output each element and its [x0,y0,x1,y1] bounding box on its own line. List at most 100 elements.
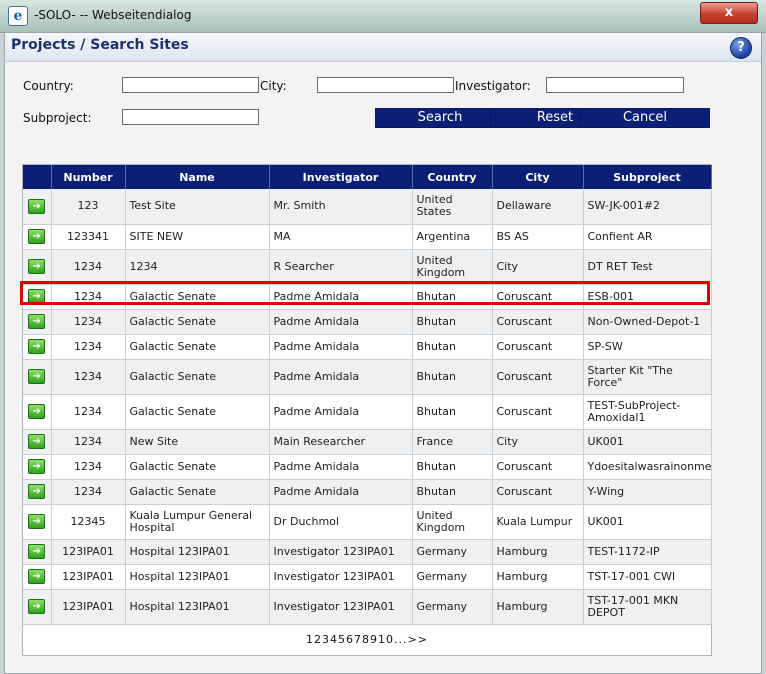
cell-city: Kuala Lumpur [492,504,584,540]
cell-investigator: Padme Amidala [269,334,413,360]
cell-number: 123 [51,189,126,225]
table-row[interactable]: ➔ 123 Test Site Mr. Smith United States Della… [23,189,712,225]
cancel-button[interactable]: Cancel [580,108,710,128]
table-row[interactable]: ➔ 1234 New Site Main Researcher France City UK… [23,429,712,455]
table-row[interactable]: ➔ 1234 Galactic Senate Padme Amidala Bhutan C… [23,454,712,480]
cell-investigator: Mr. Smith [269,189,413,225]
cell-city: Coruscant [492,309,584,335]
arrow-right-icon[interactable]: ➔ [28,314,46,329]
arrow-right-icon[interactable]: ➔ [28,229,46,244]
cell-country: Germany [412,539,493,565]
cell-number: 1234 [51,334,126,360]
header-number[interactable]: Number [51,165,126,189]
window-titlebar: e -SOLO- -- Webseitendialog x [0,0,766,33]
cell-subproject: TEST-1172-IP [583,539,712,565]
header-name[interactable]: Name [125,165,270,189]
cell-subproject: DT RET Test [583,249,712,285]
close-button[interactable]: x [700,2,758,24]
table-row[interactable]: ➔ 123IPA01 Hospital 123IPA01 Investigator 1… [23,539,712,565]
cell-name: Galactic Senate [125,479,270,505]
cell-subproject: Non-Owned-Depot-1 [583,309,712,335]
table-row[interactable]: ➔ 1234 Galactic Senate Padme Amidala Bhutan C… [23,284,712,310]
table-row[interactable]: ➔ 1234 Galactic Senate Padme Amidala Bhutan C… [23,309,712,335]
results-grid: Number Name Investigator Country City Su… [22,164,712,656]
header-country[interactable]: Country [412,165,493,189]
cell-investigator: Padme Amidala [269,479,413,505]
cell-country: United Kingdom [412,249,493,285]
cell-country: Bhutan [412,284,493,310]
cell-investigator: Investigator 123IPA01 [269,564,413,590]
cell-number: 1234 [51,479,126,505]
cell-city: Coruscant [492,479,584,505]
search-button[interactable]: Search [375,108,505,128]
arrow-right-icon[interactable]: ➔ [28,369,46,384]
cell-investigator: MA [269,224,413,250]
cell-subproject: Starter Kit "The Force" [583,359,712,395]
cell-city: Coruscant [492,454,584,480]
cell-subproject: TEST-SubProject-Amoxidal1 [583,394,712,430]
cell-subproject: Ydoesitalwasrainonme [583,454,712,480]
cell-name: SITE NEW [125,224,270,250]
cell-city: City [492,249,584,285]
cell-country: France [412,429,493,455]
table-row[interactable]: ➔ 1234 Galactic Senate Padme Amidala Bhutan C… [23,394,712,430]
page-header: Projects / Search Sites ? [5,33,761,62]
cell-subproject: ESB-001 [583,284,712,310]
table-row[interactable]: ➔ 123341 SITE NEW MA Argentina BS AS Confient … [23,224,712,250]
investigator-input[interactable] [546,77,684,93]
cell-number: 12345 [51,504,126,540]
cell-country: Germany [412,564,493,590]
arrow-right-icon[interactable]: ➔ [28,259,46,274]
country-label: Country: [23,79,74,93]
arrow-right-icon[interactable]: ➔ [28,569,46,584]
country-input[interactable] [122,77,259,93]
cell-city: Hamburg [492,564,584,590]
header-city[interactable]: City [492,165,584,189]
table-row[interactable]: ➔ 123IPA01 Hospital 123IPA01 Investigator 1… [23,564,712,590]
cell-country: Germany [412,589,493,625]
table-row[interactable]: ➔ 12345 Kuala Lumpur General Hospital Dr Du… [23,504,712,540]
cell-name: Hospital 123IPA01 [125,539,270,565]
arrow-right-icon[interactable]: ➔ [28,514,46,529]
arrow-right-icon[interactable]: ➔ [28,484,46,499]
cell-investigator: Main Researcher [269,429,413,455]
arrow-right-icon[interactable]: ➔ [28,599,46,614]
table-row[interactable]: ➔ 1234 1234 R Searcher United Kingdom City DT … [23,249,712,285]
table-row[interactable]: ➔ 123IPA01 Hospital 123IPA01 Investigator 1… [23,589,712,625]
cell-investigator: Padme Amidala [269,309,413,335]
cell-country: Bhutan [412,394,493,430]
arrow-right-icon[interactable]: ➔ [28,544,46,559]
cell-investigator: Padme Amidala [269,284,413,310]
arrow-right-icon[interactable]: ➔ [28,459,46,474]
window-title: -SOLO- -- Webseitendialog [34,8,192,22]
cell-subproject: SW-JK-001#2 [583,189,712,225]
arrow-right-icon[interactable]: ➔ [28,404,46,419]
pager[interactable]: 12345678910...>> [23,633,711,646]
table-row[interactable]: ➔ 1234 Galactic Senate Padme Amidala Bhutan C… [23,334,712,360]
table-row[interactable]: ➔ 1234 Galactic Senate Padme Amidala Bhutan C… [23,479,712,505]
dialog-content: Projects / Search Sites ? Country: City:… [4,32,762,674]
ie-icon: e [8,6,28,26]
cell-investigator: R Searcher [269,249,413,285]
cell-country: Bhutan [412,309,493,335]
cell-name: 1234 [125,249,270,285]
cell-name: Hospital 123IPA01 [125,589,270,625]
city-input[interactable] [317,77,454,93]
arrow-right-icon[interactable]: ➔ [28,339,46,354]
cell-investigator: Dr Duchmol [269,504,413,540]
header-investigator[interactable]: Investigator [269,165,413,189]
cell-number: 1234 [51,359,126,395]
cell-investigator: Padme Amidala [269,454,413,480]
arrow-right-icon[interactable]: ➔ [28,198,46,214]
header-subproject[interactable]: Subproject [583,165,712,189]
subproject-input[interactable] [122,109,259,125]
results-table: Number Name Investigator Country City Su… [23,165,712,625]
arrow-right-icon[interactable]: ➔ [28,434,46,449]
table-row[interactable]: ➔ 1234 Galactic Senate Padme Amidala Bhutan C… [23,359,712,395]
cell-name: Galactic Senate [125,394,270,430]
cell-number: 1234 [51,394,126,430]
arrow-right-icon[interactable]: ➔ [28,289,46,304]
cell-city: Dellaware [492,189,584,225]
help-icon[interactable]: ? [730,37,752,59]
cell-name: Galactic Senate [125,454,270,480]
